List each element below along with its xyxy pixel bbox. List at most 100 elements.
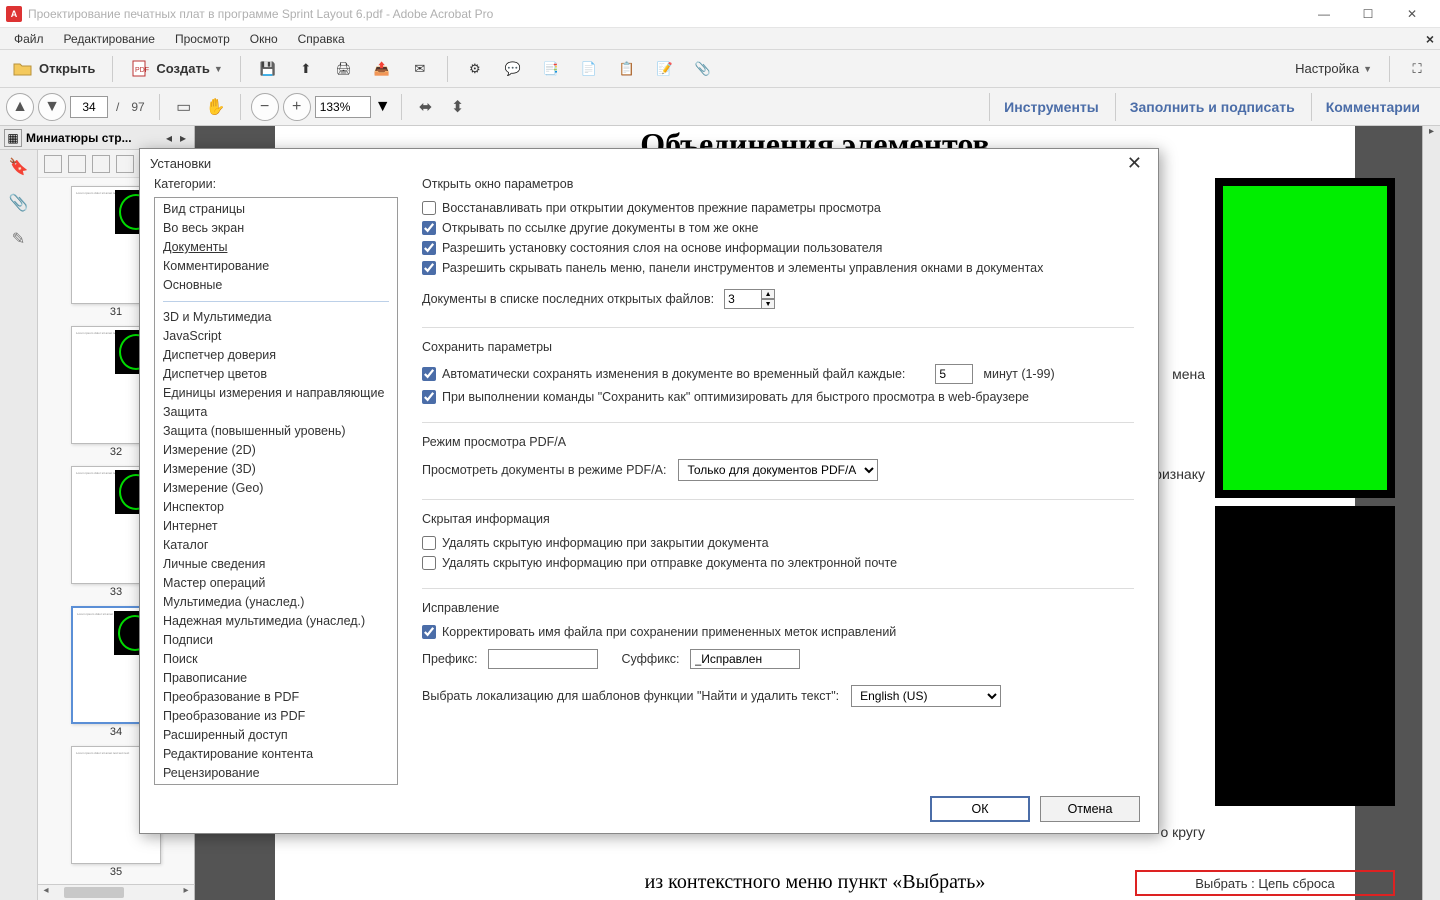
- collapse-left-icon[interactable]: ◂: [162, 131, 176, 145]
- adjust-checkbox[interactable]: [422, 625, 436, 639]
- thumb-tool[interactable]: [116, 155, 134, 173]
- pdfa-select[interactable]: Только для документов PDF/A: [678, 459, 878, 481]
- menu-edit[interactable]: Редактирование: [54, 28, 165, 50]
- layer-checkbox[interactable]: [422, 241, 436, 255]
- collapse-right-icon[interactable]: ▸: [176, 131, 190, 145]
- menu-window[interactable]: Окно: [240, 28, 288, 50]
- chevron-down-icon[interactable]: ▼: [375, 98, 391, 116]
- thumb-tool[interactable]: [68, 155, 86, 173]
- category-item[interactable]: Личные сведения: [155, 555, 397, 574]
- fit-page-button[interactable]: ⬍: [444, 93, 472, 121]
- page-down-button[interactable]: ▼: [38, 93, 66, 121]
- zoom-in-button[interactable]: +: [283, 93, 311, 121]
- category-item[interactable]: Измерение (Geo): [155, 479, 397, 498]
- tab-comments[interactable]: Комментарии: [1311, 93, 1434, 121]
- category-item[interactable]: Поиск: [155, 650, 397, 669]
- optimize-checkbox[interactable]: [422, 390, 436, 404]
- menu-file[interactable]: Файл: [4, 28, 54, 50]
- category-item[interactable]: Диспетчер доверия: [155, 346, 397, 365]
- category-item[interactable]: Защита: [155, 403, 397, 422]
- category-item[interactable]: Защита (повышенный уровень): [155, 422, 397, 441]
- save-button[interactable]: 💾: [251, 55, 285, 83]
- category-item[interactable]: Интернет: [155, 517, 397, 536]
- select-tool[interactable]: ▭: [170, 93, 198, 121]
- bookmark-icon[interactable]: 🔖: [8, 156, 30, 178]
- tool-b[interactable]: 📄: [572, 55, 606, 83]
- menu-help[interactable]: Справка: [288, 28, 355, 50]
- hidden-close-checkbox[interactable]: [422, 536, 436, 550]
- maximize-button[interactable]: ☐: [1346, 0, 1390, 28]
- category-item[interactable]: Диспетчер цветов: [155, 365, 397, 384]
- recent-input[interactable]: [724, 289, 762, 309]
- customize-button[interactable]: Настройка ▼: [1288, 55, 1379, 83]
- zoom-out-button[interactable]: −: [251, 93, 279, 121]
- category-item[interactable]: Редактирование контента: [155, 745, 397, 764]
- samewin-checkbox[interactable]: [422, 221, 436, 235]
- category-item[interactable]: Основные: [155, 276, 397, 295]
- categories-list[interactable]: Вид страницыВо весь экранДокументыКоммен…: [154, 197, 398, 785]
- recent-spinner[interactable]: ▲▼: [761, 289, 775, 309]
- category-item[interactable]: Расширенный доступ: [155, 726, 397, 745]
- category-item[interactable]: Мультимедиа (унаслед.): [155, 593, 397, 612]
- category-item[interactable]: Единицы измерения и направляющие: [155, 384, 397, 403]
- category-item[interactable]: 3D и Мультимедиа: [155, 308, 397, 327]
- tool-c[interactable]: 📋: [610, 55, 644, 83]
- category-item[interactable]: JavaScript: [155, 327, 397, 346]
- category-item[interactable]: Рецензирование: [155, 764, 397, 783]
- category-item[interactable]: Надежная мультимедиа (унаслед.): [155, 612, 397, 631]
- tool-a[interactable]: 📑: [534, 55, 568, 83]
- category-item[interactable]: Измерение (3D): [155, 460, 397, 479]
- category-item[interactable]: Комментирование: [155, 257, 397, 276]
- category-item[interactable]: Подписи: [155, 631, 397, 650]
- tool-d[interactable]: 📝: [648, 55, 682, 83]
- page-number-input[interactable]: [70, 96, 108, 118]
- zoom-input[interactable]: [315, 96, 371, 118]
- expand-button[interactable]: ⛶: [1400, 55, 1434, 83]
- hand-tool[interactable]: ✋: [202, 93, 230, 121]
- autosave-input[interactable]: [935, 364, 973, 384]
- suffix-input[interactable]: [690, 649, 800, 669]
- category-item[interactable]: Инспектор: [155, 498, 397, 517]
- tab-fillsign[interactable]: Заполнить и подписать: [1115, 93, 1309, 121]
- create-button[interactable]: PDF Создать ▼: [123, 55, 229, 83]
- ok-button[interactable]: ОК: [930, 796, 1030, 822]
- category-item[interactable]: Документы: [155, 238, 397, 257]
- category-item[interactable]: Мастер операций: [155, 574, 397, 593]
- gear-button[interactable]: ⚙: [458, 55, 492, 83]
- fit-width-button[interactable]: ⬌: [412, 93, 440, 121]
- attachment-icon[interactable]: 📎: [8, 192, 30, 214]
- tool-e[interactable]: 📎: [686, 55, 720, 83]
- open-button[interactable]: Открыть: [6, 55, 102, 83]
- page-up-button[interactable]: ▲: [6, 93, 34, 121]
- hideui-checkbox[interactable]: [422, 261, 436, 275]
- cancel-button[interactable]: Отмена: [1040, 796, 1140, 822]
- tab-tools[interactable]: Инструменты: [989, 93, 1113, 121]
- dialog-close-button[interactable]: ✕: [1121, 153, 1148, 174]
- category-item[interactable]: Преобразование из PDF: [155, 707, 397, 726]
- right-collapse-strip[interactable]: ▸: [1422, 126, 1440, 900]
- category-item[interactable]: Каталог: [155, 536, 397, 555]
- mail-button[interactable]: ✉: [403, 55, 437, 83]
- doc-close-icon[interactable]: ×: [1426, 31, 1434, 47]
- menu-view[interactable]: Просмотр: [165, 28, 240, 50]
- close-button[interactable]: ✕: [1390, 0, 1434, 28]
- autosave-checkbox[interactable]: [422, 367, 436, 381]
- share-button[interactable]: 📤: [365, 55, 399, 83]
- locale-select[interactable]: English (US): [851, 685, 1001, 707]
- thumb-hscroll[interactable]: ◂▸: [38, 884, 195, 900]
- thumb-tool[interactable]: [92, 155, 110, 173]
- minimize-button[interactable]: —: [1302, 0, 1346, 28]
- category-item[interactable]: Измерение (2D): [155, 441, 397, 460]
- category-item[interactable]: Преобразование в PDF: [155, 688, 397, 707]
- restore-checkbox[interactable]: [422, 201, 436, 215]
- category-item[interactable]: Правописание: [155, 669, 397, 688]
- thumb-tool[interactable]: [44, 155, 62, 173]
- prefix-input[interactable]: [488, 649, 598, 669]
- signature-icon[interactable]: ✎: [8, 228, 30, 250]
- comment-button[interactable]: 💬: [496, 55, 530, 83]
- export-button[interactable]: ⬆: [289, 55, 323, 83]
- hidden-mail-checkbox[interactable]: [422, 556, 436, 570]
- category-item[interactable]: Во весь экран: [155, 219, 397, 238]
- print-button[interactable]: 🖨: [327, 55, 361, 83]
- category-item[interactable]: Службы Adobe Online: [155, 783, 397, 785]
